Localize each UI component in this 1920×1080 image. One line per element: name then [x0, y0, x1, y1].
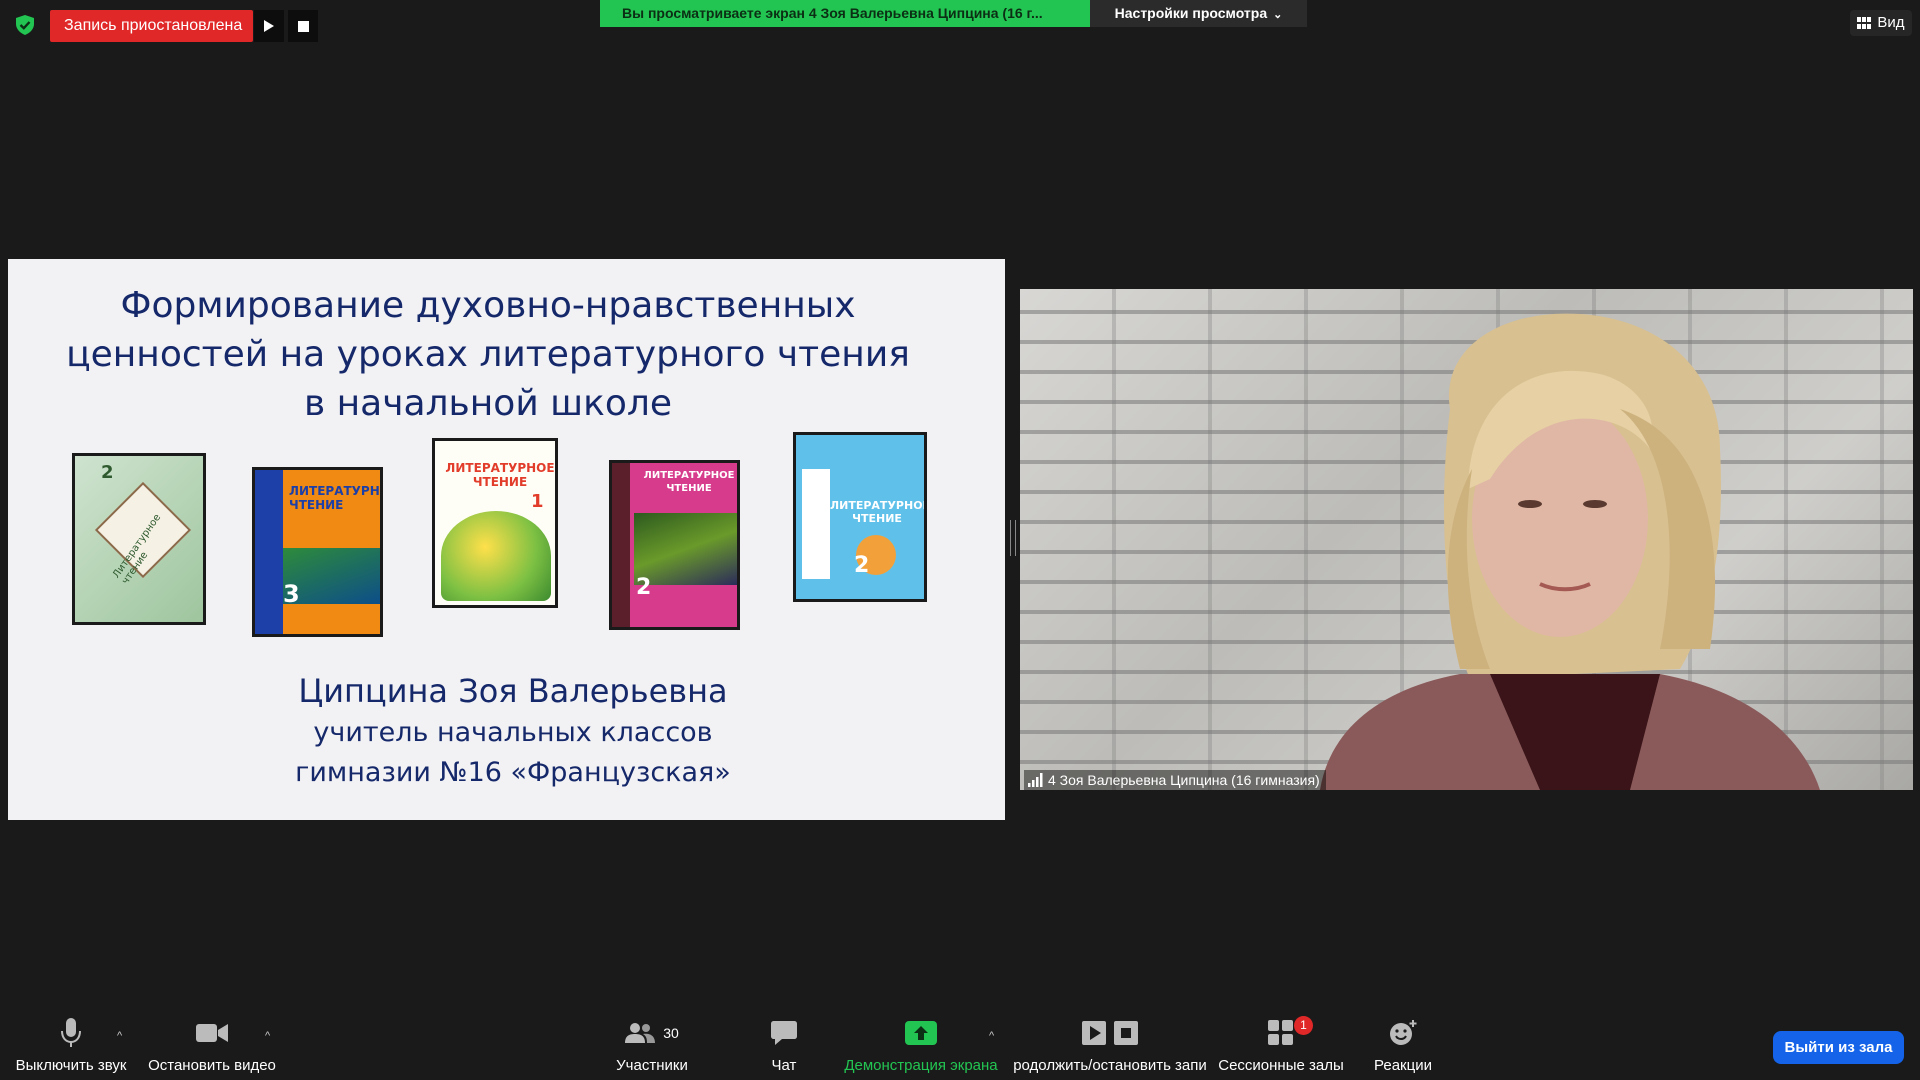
chevron-down-icon: ⌄: [1273, 9, 1283, 21]
view-options-dropdown[interactable]: Настройки просмотра ⌄: [1090, 0, 1307, 27]
textbook-cover: ЛИТЕРАТУРНОЕ ЧТЕНИЕ 2: [609, 460, 740, 630]
book-grade: 2: [101, 462, 114, 483]
textbook-cover: 2 Литературное чтение: [72, 453, 206, 625]
textbook-cover: ЛИТЕРАТУРНОЕ ЧТЕНИЕ 1: [432, 438, 558, 608]
stop-video-button[interactable]: Остановить видео: [146, 1015, 278, 1074]
reactions-label: Реакции: [1374, 1057, 1432, 1074]
participants-button[interactable]: 30 Участники: [608, 1015, 696, 1074]
slide-title-line: Формирование духовно-нравственных: [120, 285, 856, 326]
signal-strength-icon: [1028, 773, 1043, 787]
split-view-divider[interactable]: [1010, 520, 1016, 556]
share-options-caret[interactable]: ^: [989, 1030, 994, 1042]
view-layout-button[interactable]: Вид: [1850, 10, 1912, 36]
play-icon: [1082, 1021, 1106, 1045]
participant-name: 4 Зоя Валерьевна Ципцина (16 гимназия): [1048, 772, 1320, 788]
participant-name-label: 4 Зоя Валерьевна Ципцина (16 гимназия): [1024, 770, 1326, 790]
stop-icon: [1114, 1021, 1138, 1045]
breakout-rooms-badge: 1: [1294, 1016, 1313, 1035]
view-layout-label: Вид: [1877, 14, 1905, 31]
slide-title: Формирование духовно-нравственных ценнос…: [8, 281, 968, 428]
recording-paused-badge: Запись приостановлена: [50, 10, 253, 42]
leave-room-button[interactable]: Выйти из зала: [1773, 1031, 1904, 1064]
mute-label: Выключить звук: [15, 1057, 127, 1074]
grid-view-icon: [1857, 17, 1872, 29]
stop-recording-button[interactable]: [288, 10, 318, 42]
participant-video-feed: [1320, 313, 1820, 790]
slide-title-line: ценностей на уроках литературного чтения: [66, 334, 910, 375]
play-icon: [264, 20, 274, 32]
book-grade: 2: [854, 553, 870, 578]
mute-button[interactable]: Выключить звук: [10, 1015, 132, 1074]
textbook-cover: ЛИТЕРАТУРНОЕ ЧТЕНИЕ 2: [793, 432, 927, 602]
author-name: Ципцина Зоя Валерьевна: [298, 672, 728, 710]
share-screen-icon: [905, 1021, 937, 1045]
author-role: учитель начальных классов: [313, 717, 713, 748]
security-shield-icon[interactable]: [14, 14, 36, 36]
view-options-label: Настройки просмотра: [1114, 5, 1268, 21]
book-grade: 3: [283, 580, 300, 608]
audio-options-caret[interactable]: ^: [117, 1030, 122, 1042]
chat-button[interactable]: Чат: [760, 1015, 808, 1074]
breakout-rooms-label: Сессионные залы: [1218, 1057, 1344, 1074]
video-camera-icon: [196, 1024, 228, 1042]
smiley-icon: [1390, 1020, 1417, 1045]
breakout-rooms-button[interactable]: 1 Сессионные залы: [1218, 1015, 1344, 1074]
book-cover-title: ЛИТЕРАТУРНОЕ ЧТЕНИЕ: [830, 499, 927, 525]
textbook-cover: ЛИТЕРАТУРНОЕ ЧТЕНИЕ 3: [252, 467, 383, 637]
participant-video-tile[interactable]: [1020, 289, 1913, 790]
video-options-caret[interactable]: ^: [265, 1030, 270, 1042]
book-grade: 2: [636, 575, 652, 600]
author-school: гимназии №16 «Французская»: [295, 757, 731, 788]
book-cover-title: ЛИТЕРАТУРНОЕ ЧТЕНИЕ: [445, 461, 555, 489]
stop-icon: [297, 20, 309, 32]
chat-icon: [771, 1021, 797, 1045]
participants-icon: [625, 1023, 656, 1043]
book-cover-title: ЛИТЕРАТУРНОЕ ЧТЕНИЕ: [289, 484, 380, 512]
viewing-screen-banner: Вы просматриваете экран 4 Зоя Валерьевна…: [600, 0, 1090, 27]
share-screen-button[interactable]: Демонстрация экрана: [840, 1015, 1002, 1074]
book-grade: 1: [531, 491, 544, 512]
shared-screen-slide: Формирование духовно-нравственных ценнос…: [8, 259, 1005, 820]
book-cover-title: ЛИТЕРАТУРНОЕ ЧТЕНИЕ: [643, 470, 735, 494]
reactions-button[interactable]: Реакции: [1368, 1015, 1438, 1074]
resume-recording-button[interactable]: [254, 10, 284, 42]
participants-count: 30: [663, 1025, 679, 1041]
share-screen-label: Демонстрация экрана: [844, 1057, 998, 1074]
participants-label: Участники: [616, 1057, 688, 1074]
chat-label: Чат: [771, 1057, 797, 1074]
slide-title-line: в начальной школе: [303, 383, 673, 424]
recording-controls-label: родолжить/остановить запи: [1013, 1057, 1207, 1074]
microphone-icon: [61, 1018, 81, 1047]
stop-video-label: Остановить видео: [148, 1057, 276, 1074]
recording-controls-button[interactable]: родолжить/остановить запи: [1010, 1015, 1210, 1074]
breakout-rooms-icon: [1268, 1020, 1293, 1045]
